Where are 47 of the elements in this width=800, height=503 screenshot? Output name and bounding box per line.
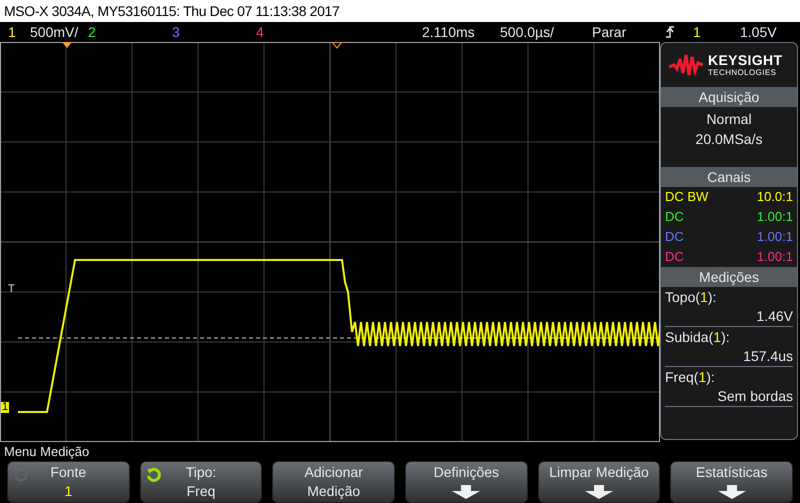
channel-coupling: DC — [665, 248, 684, 266]
section-header: Medições — [661, 267, 797, 287]
trigger-level: 1.05V — [740, 22, 777, 42]
softkey-button[interactable]: Limpar Medição — [538, 461, 660, 503]
sample-rate: 20.0MSa/s — [696, 130, 762, 149]
down-arrow-icon — [452, 485, 480, 499]
ground-marker: 1 — [1, 402, 10, 413]
probe-ratio: 10.0:1 — [756, 188, 793, 206]
channel-scale: 500mV/ — [30, 22, 78, 42]
probe-ratio: 1.00:1 — [756, 228, 793, 246]
probe-ratio: 1.00:1 — [756, 208, 793, 226]
window-title: MSO-X 3034A, MY53160115: Thu Dec 07 11:13:38 2017 — [4, 2, 340, 20]
measurement-label: Topo(1): — [665, 288, 718, 307]
measurement-value: Sem bordas — [718, 387, 793, 406]
delay-readout: 2.110ms — [422, 22, 475, 42]
trigger-marker: T — [8, 284, 15, 295]
down-arrow-icon — [718, 485, 746, 499]
logo-wave-icon — [669, 53, 703, 77]
channel-coupling: DC — [665, 228, 684, 246]
probe-ratio: 1.00:1 — [756, 248, 793, 266]
section-header: Canais — [661, 167, 797, 187]
softkey-button[interactable]: Adicionar Medição — [272, 461, 396, 503]
channel-number[interactable]: 1 — [8, 22, 16, 42]
channel-number[interactable]: 2 — [88, 22, 96, 42]
measurement-value: 157.4us — [743, 347, 793, 366]
run-state: Parar — [592, 22, 626, 42]
measurement-value: 1.46V — [756, 307, 793, 326]
channel-number[interactable]: 3 — [172, 22, 180, 42]
logo-brand: KEYSIGHT — [708, 53, 782, 67]
rising-edge-icon — [665, 25, 675, 39]
measurement-label: Subida(1): — [665, 328, 731, 347]
acquisition-mode: Normal — [706, 110, 752, 129]
channel-number[interactable]: 4 — [256, 22, 264, 42]
down-arrow-icon — [585, 485, 614, 499]
measurement-label: Freq(1): — [665, 368, 716, 387]
delay-marker — [330, 42, 344, 49]
channel-coupling: DC — [665, 208, 684, 226]
softkey-button[interactable]: Fonte 1 — [7, 461, 130, 503]
section-header: Aquisição — [661, 87, 797, 107]
timebase-readout: 500.0µs/ — [500, 22, 554, 42]
trigger-source: 1 — [693, 22, 701, 42]
channel-coupling: DC BW — [665, 188, 708, 206]
softkey-button[interactable]: Definições — [405, 461, 528, 503]
softkey-button[interactable]: Estatísticas — [670, 461, 794, 503]
logo-subtitle: TECHNOLOGIES — [708, 69, 778, 77]
menu-title: Menu Medição — [4, 442, 90, 461]
softkey-button[interactable]: Tipo: Freq — [140, 461, 262, 503]
